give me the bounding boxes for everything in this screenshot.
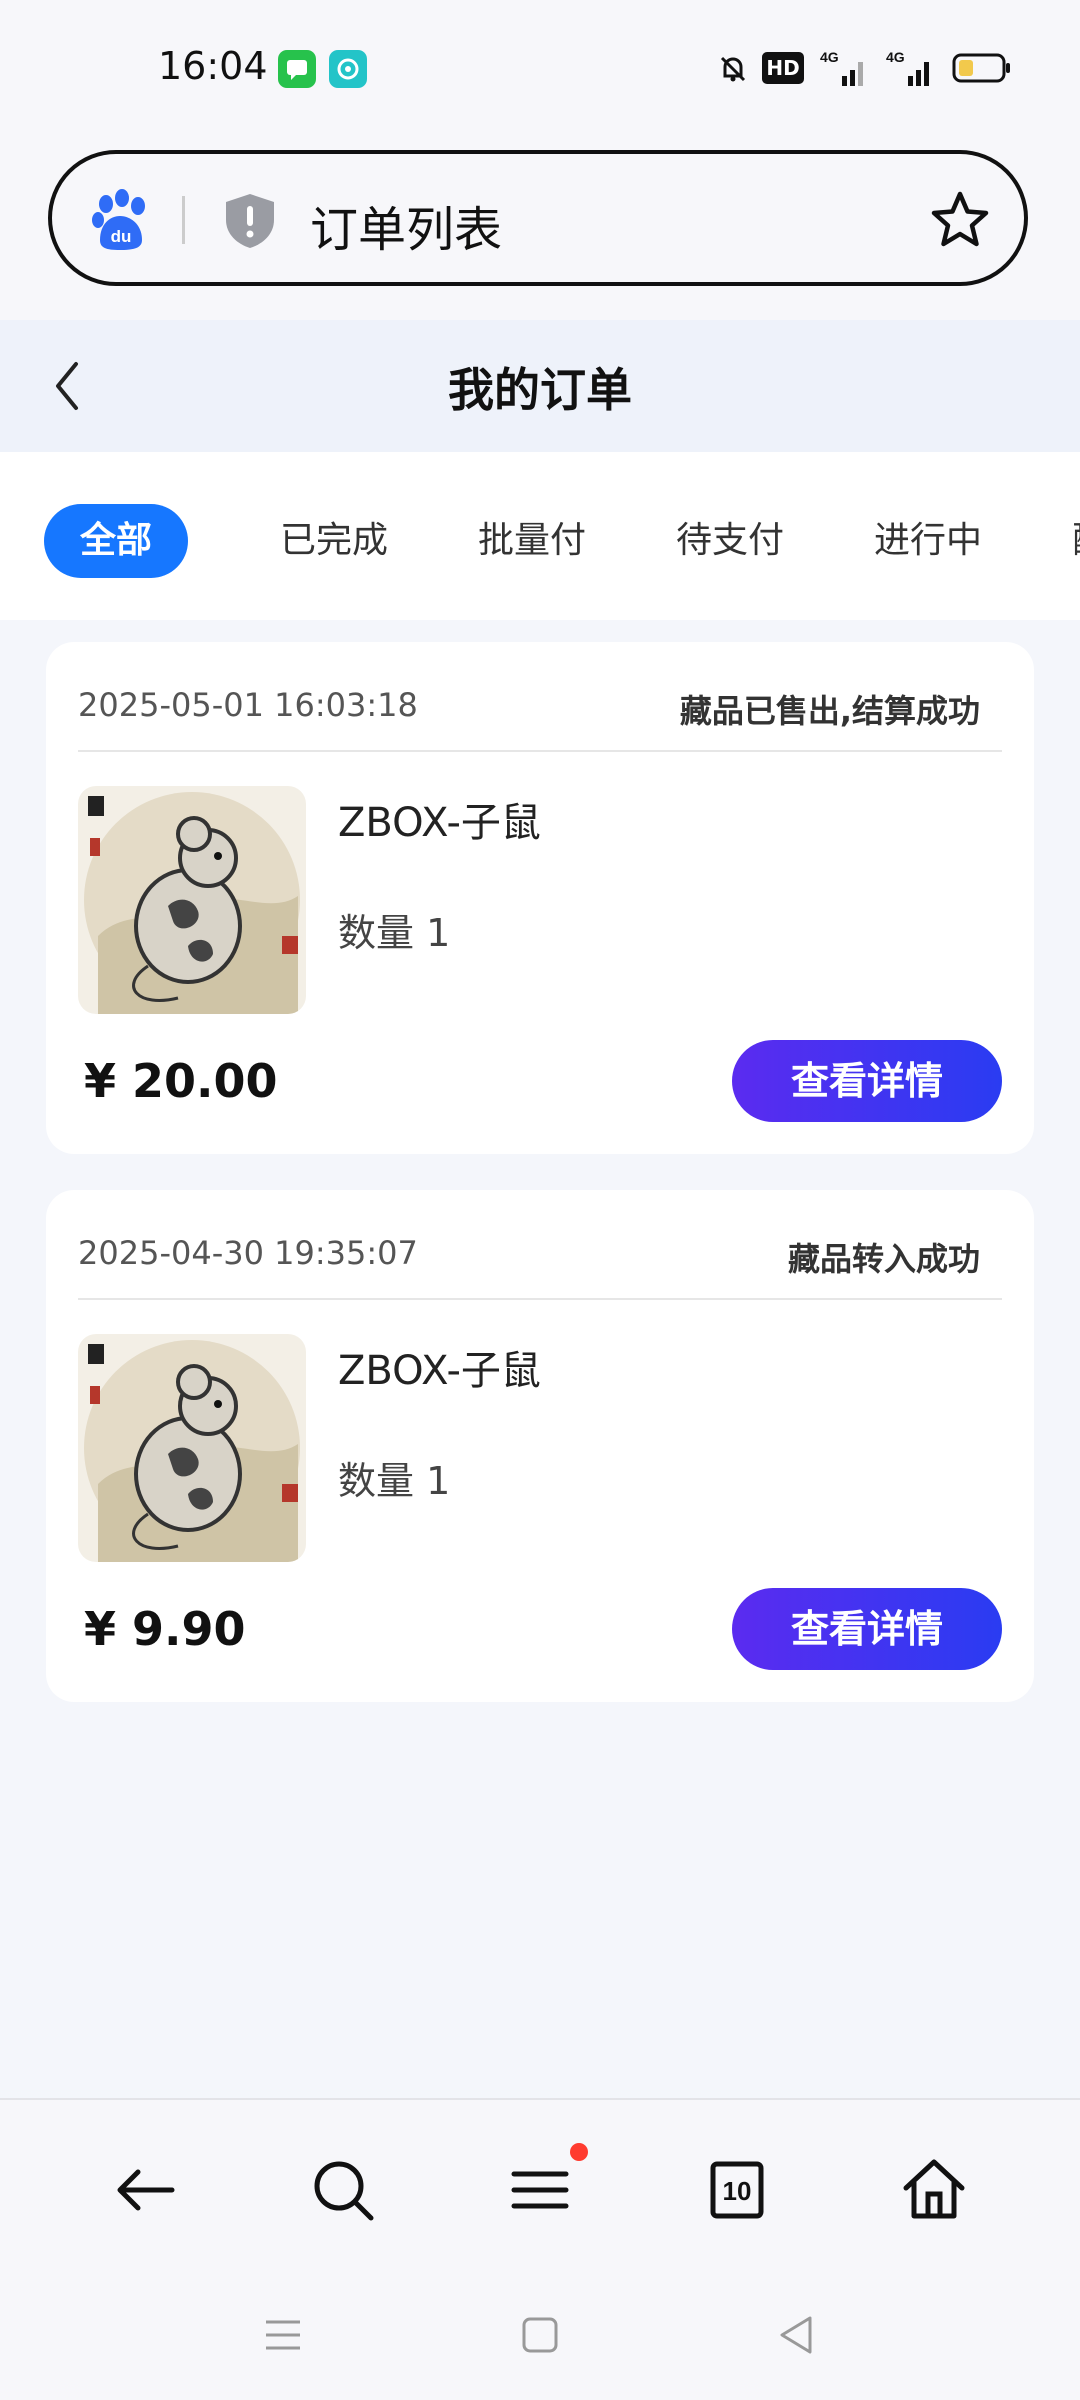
address-divider — [182, 196, 185, 244]
star-icon[interactable] — [928, 188, 992, 252]
product-thumbnail[interactable] — [78, 786, 306, 1014]
product-quantity: 数量 1 — [338, 911, 451, 955]
tab-more[interactable]: 配 — [1072, 504, 1080, 578]
menu-icon[interactable] — [500, 2150, 580, 2230]
product-quantity: 数量 1 — [338, 1459, 451, 1503]
shield-warning-icon[interactable] — [220, 190, 280, 252]
card-divider — [78, 750, 1002, 752]
signal-4g-icon: 4G — [820, 48, 870, 88]
address-bar[interactable] — [48, 150, 1028, 286]
back-arrow-icon[interactable] — [106, 2150, 186, 2230]
address-title[interactable]: 订单列表 — [310, 190, 502, 260]
status-time: 16:04 — [158, 44, 268, 88]
hd-icon: HD — [762, 52, 804, 84]
green-app-icon — [329, 50, 367, 88]
product-thumbnail[interactable] — [78, 1334, 306, 1562]
mute-bell-icon — [716, 52, 750, 84]
tab-batch-pay[interactable]: 批量付 — [478, 504, 586, 578]
tab-completed[interactable]: 已完成 — [280, 504, 388, 578]
order-status: 藏品转入成功 — [787, 1240, 980, 1278]
card-divider — [78, 1298, 1002, 1300]
tab-all[interactable]: 全部 — [44, 504, 188, 578]
view-details-button[interactable]: 查看详情 — [732, 1588, 1002, 1670]
order-price: ¥ 9.90 — [84, 1602, 246, 1656]
recent-apps-icon[interactable] — [258, 2310, 308, 2360]
view-details-button[interactable]: 查看详情 — [732, 1040, 1002, 1122]
tabs-count-icon[interactable]: 10 — [697, 2150, 777, 2230]
page-title: 我的订单 — [448, 363, 632, 417]
order-price: ¥ 20.00 — [84, 1054, 278, 1108]
product-name: ZBOX-子鼠 — [338, 1348, 541, 1394]
search-icon[interactable] — [303, 2150, 383, 2230]
order-datetime: 2025-05-01 16:03:18 — [78, 686, 418, 724]
tab-in-progress[interactable]: 进行中 — [874, 504, 982, 578]
svg-text:4G: 4G — [886, 49, 905, 65]
home-square-icon[interactable] — [515, 2310, 565, 2360]
svg-text:4G: 4G — [820, 49, 839, 65]
order-datetime: 2025-04-30 19:35:07 — [78, 1234, 418, 1272]
svg-text:du: du — [111, 227, 132, 246]
product-name: ZBOX-子鼠 — [338, 800, 541, 846]
baidu-paw-icon[interactable]: du — [88, 188, 152, 252]
notification-badge — [570, 2143, 588, 2161]
battery-icon — [952, 52, 1012, 84]
tab-pending-payment[interactable]: 待支付 — [676, 504, 784, 578]
signal-4g-icon: 4G — [886, 48, 936, 88]
back-triangle-icon[interactable] — [772, 2310, 822, 2360]
svg-text:10: 10 — [723, 2176, 752, 2206]
order-status: 藏品已售出,结算成功 — [679, 692, 980, 730]
messages-app-icon — [278, 50, 316, 88]
home-icon[interactable] — [894, 2150, 974, 2230]
